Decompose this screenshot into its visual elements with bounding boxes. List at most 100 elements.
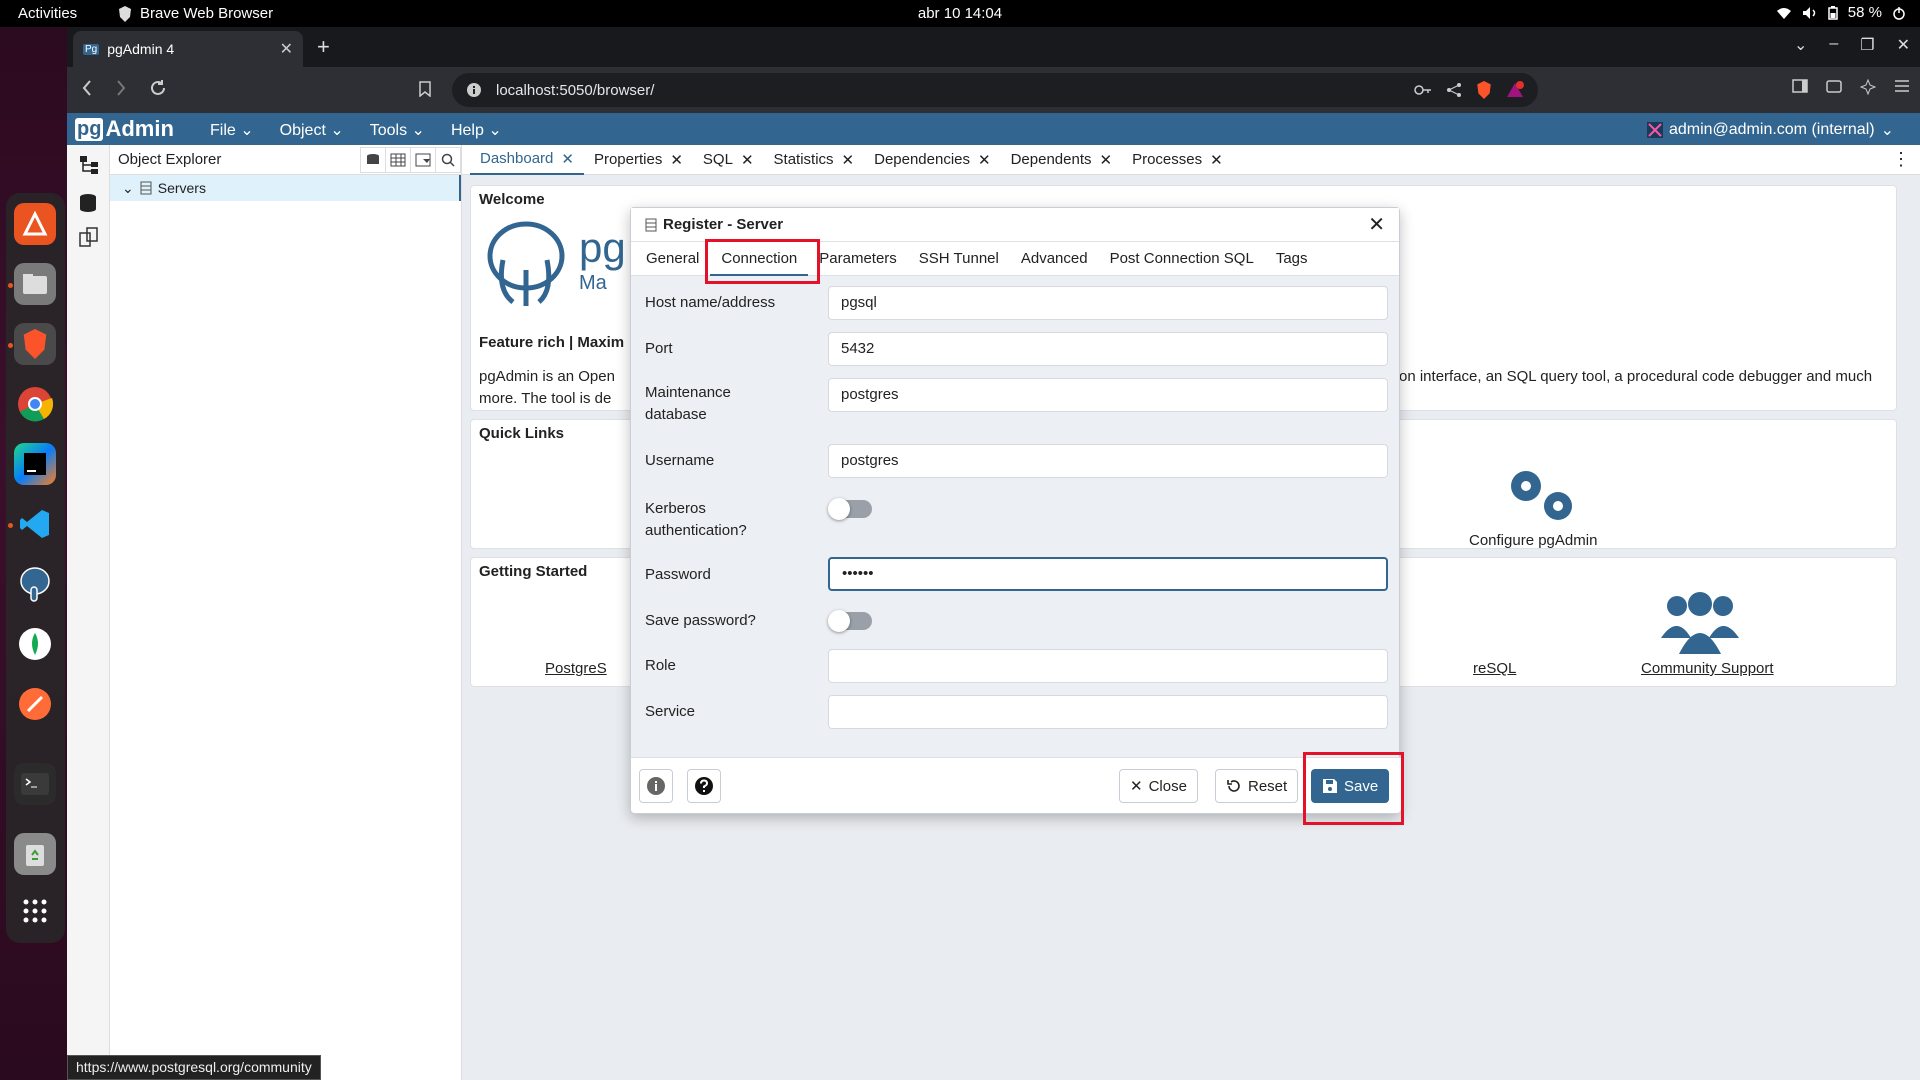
minimize-icon[interactable]: – [1829,35,1838,55]
user-menu[interactable]: admin@admin.com (internal) ⌄ [1646,120,1894,140]
pgadmin-favicon: Pg [83,43,100,55]
kerberos-toggle[interactable] [828,498,872,520]
browser-menu-icon[interactable] [1894,79,1910,95]
tab-sql[interactable]: SQL ✕ [693,145,764,175]
service-input[interactable] [828,695,1388,729]
reload-icon[interactable] [149,79,167,97]
close-icon[interactable]: ✕ [741,151,754,169]
search-icon[interactable] [435,146,461,173]
password-input[interactable]: •••••• [828,557,1388,591]
tab-statistics[interactable]: Statistics ✕ [764,145,865,175]
postgres-link-right[interactable]: reSQL [1473,660,1516,677]
maintenance-db-input[interactable]: postgres [828,378,1388,412]
clock[interactable]: abr 10 14:04 [0,5,1920,22]
tab-processes[interactable]: Processes ✕ [1122,145,1233,175]
menu-help[interactable]: Help ⌄ [451,120,502,140]
schema-diff-icon[interactable] [79,227,99,247]
intellij-icon[interactable] [14,443,56,485]
vscode-icon[interactable] [14,503,56,545]
close-icon[interactable]: ✕ [978,151,991,169]
description-left: pgAdmin is an Open [479,368,615,385]
show-apps-icon[interactable] [14,890,56,932]
main-tabs: Dashboard ✕ Properties ✕ SQL ✕ Statistics ✕ … [462,145,1920,175]
menu-object[interactable]: Object ⌄ [280,120,344,140]
brave-shields-icon[interactable] [1476,81,1492,99]
leo-ai-icon[interactable] [1860,79,1876,95]
view-data-button[interactable] [385,146,411,173]
save-password-toggle[interactable] [828,610,872,632]
pgadmin-logo[interactable]: pg Admin [75,116,174,142]
configure-gears-icon[interactable] [1502,464,1582,526]
files-icon[interactable] [14,263,56,305]
help-button[interactable] [687,769,721,803]
object-explorer-icon[interactable] [79,155,99,175]
pgadmin-dock-icon[interactable] [14,563,56,605]
close-icon[interactable]: ✕ [670,151,683,169]
dialog-tab-advanced[interactable]: Advanced [1010,242,1099,276]
toggle-knob [828,610,850,632]
dialog-tab-ssh-tunnel[interactable]: SSH Tunnel [908,242,1010,276]
role-input[interactable] [828,649,1388,683]
close-window-icon[interactable]: ✕ [1897,35,1910,55]
forward-icon[interactable] [115,79,127,97]
dialog-titlebar[interactable]: Register - Server ✕ [631,208,1399,242]
maximize-icon[interactable]: ❐ [1860,35,1874,55]
mongodb-compass-icon[interactable] [14,623,56,665]
servers-icon [140,181,152,195]
brave-rewards-icon[interactable] [1506,81,1524,99]
menu-tools[interactable]: Tools ⌄ [370,120,425,140]
tab-dependents[interactable]: Dependents ✕ [1001,145,1122,175]
query-tool-icon[interactable] [79,193,97,213]
back-icon[interactable] [81,79,93,97]
share-icon[interactable] [1446,82,1462,98]
close-tab-icon[interactable]: ✕ [280,39,293,59]
battery-icon [1828,5,1838,20]
site-info-icon[interactable] [466,82,482,98]
postgres-docs-link[interactable]: PostgreS [545,660,607,677]
tab-dependencies[interactable]: Dependencies ✕ [864,145,1000,175]
close-icon[interactable]: ✕ [1100,151,1113,169]
dialog-close-icon[interactable]: ✕ [1368,212,1385,237]
system-tray[interactable]: 58 % [1776,4,1906,21]
tab-properties[interactable]: Properties ✕ [584,145,693,175]
filtered-rows-button[interactable] [410,146,436,173]
dialog-tab-post-connection-sql[interactable]: Post Connection SQL [1099,242,1265,276]
username-input[interactable]: postgres [828,444,1388,478]
tree-node-servers[interactable]: ⌄ Servers [110,175,461,201]
menu-file[interactable]: File ⌄ [210,120,254,140]
reset-button[interactable]: Reset [1215,769,1299,803]
app-center-icon[interactable] [14,203,56,245]
trash-icon[interactable] [14,833,56,875]
object-explorer-title: Object Explorer [118,151,222,168]
close-button[interactable]: ✕ Close [1119,769,1198,803]
dialog-tab-general[interactable]: General [635,242,710,276]
running-indicator [8,523,13,528]
brave-dock-icon[interactable] [14,323,56,365]
bookmark-icon[interactable] [419,81,431,97]
query-tool-button[interactable] [360,146,386,173]
info-button[interactable] [639,769,673,803]
close-icon[interactable]: ✕ [561,150,574,168]
close-icon[interactable]: ✕ [842,151,855,169]
new-tab-icon[interactable]: + [317,34,330,60]
tab-dashboard[interactable]: Dashboard ✕ [470,145,584,175]
community-support-link[interactable]: Community Support [1641,660,1774,677]
postman-icon[interactable] [14,683,56,725]
address-bar[interactable]: localhost:5050/browser/ [452,73,1538,107]
wallet-icon[interactable] [1826,79,1842,95]
sidebar-icon[interactable] [1792,79,1808,95]
chevron-down-icon[interactable]: ⌄ [122,180,134,197]
chrome-icon[interactable] [14,383,56,425]
configure-pgadmin-link[interactable]: Configure pgAdmin [1469,532,1597,549]
close-icon[interactable]: ✕ [1210,151,1223,169]
key-icon[interactable] [1414,84,1432,96]
dialog-tab-tags[interactable]: Tags [1265,242,1319,276]
terminal-icon[interactable] [14,763,56,805]
browser-tab[interactable]: Pg pgAdmin 4 ✕ [73,31,303,67]
community-users-icon[interactable] [1661,592,1739,656]
host-input[interactable]: pgsql [828,286,1388,320]
more-options-icon[interactable]: ⋮ [1892,149,1910,170]
tab-list-chevron-icon[interactable]: ⌄ [1794,35,1807,55]
port-input[interactable]: 5432 [828,332,1388,366]
dialog-tab-parameters[interactable]: Parameters [808,242,908,276]
